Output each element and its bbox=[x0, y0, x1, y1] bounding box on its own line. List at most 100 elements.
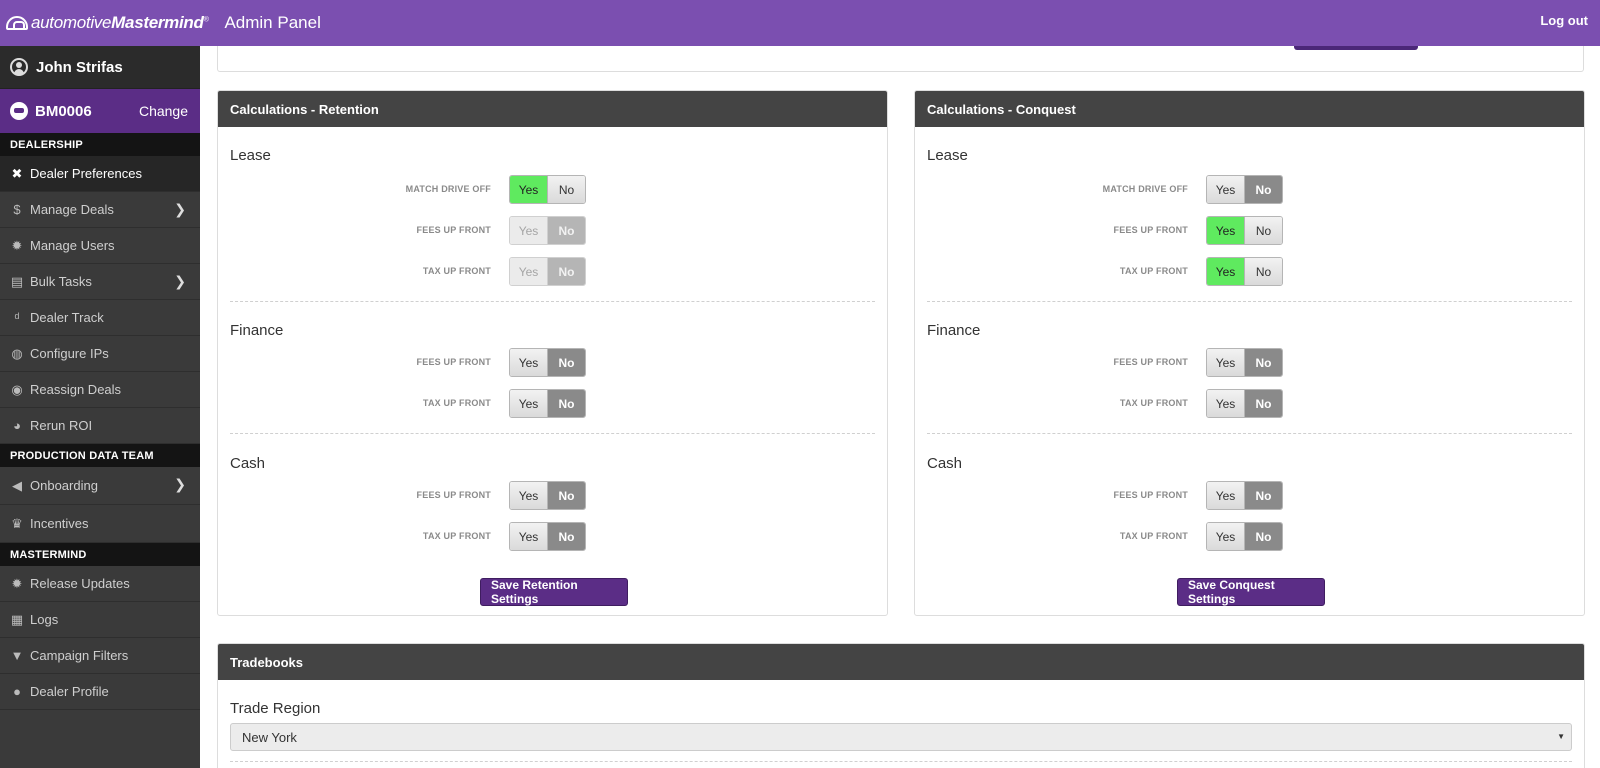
sidebar-item-onboarding[interactable]: ◀ Onboarding ❯ bbox=[0, 467, 200, 505]
finance-yes-no-toggle: Yes No bbox=[1206, 389, 1283, 418]
toggle-no-button[interactable]: No bbox=[548, 176, 585, 203]
brand-name: automotiveMastermind® bbox=[31, 13, 209, 32]
toggle-yes-button[interactable]: Yes bbox=[510, 482, 548, 509]
finance-option-label: FEES UP FRONT bbox=[1113, 357, 1188, 367]
lease-group-title: Lease bbox=[230, 147, 271, 164]
caret-down-icon: ▼ bbox=[1557, 732, 1565, 741]
sidebar-item-label: Dealer Profile bbox=[30, 684, 109, 699]
checklist-icon: ▤ bbox=[10, 273, 24, 289]
cash-yes-no-toggle: Yes No bbox=[509, 481, 586, 510]
cash-group-title: Cash bbox=[230, 455, 266, 472]
lease-option-label: FEES UP FRONT bbox=[1113, 225, 1188, 235]
megaphone-icon: ◀ bbox=[12, 477, 22, 493]
toggle-yes-button[interactable]: Yes bbox=[1207, 217, 1245, 244]
toggle-yes-button[interactable]: Yes bbox=[510, 390, 548, 417]
sidebar-item-label: Reassign Deals bbox=[30, 382, 122, 397]
retention-panel: Calculations - Retention Lease MATCH DRIV… bbox=[217, 90, 888, 616]
sidebar-item-label: Release Updates bbox=[30, 576, 130, 591]
top-bar: automotiveMastermind® Admin Panel Log ou… bbox=[0, 0, 1600, 46]
toggle-yes-button: Yes bbox=[510, 258, 548, 285]
previous-save-button[interactable] bbox=[1294, 46, 1418, 50]
toggle-no-button[interactable]: No bbox=[1245, 349, 1282, 376]
toggle-yes-button[interactable]: Yes bbox=[1207, 390, 1245, 417]
toggle-yes-button[interactable]: Yes bbox=[1207, 176, 1245, 203]
divider bbox=[230, 761, 1572, 762]
trade-region-select[interactable]: New York ▼ bbox=[230, 723, 1572, 751]
sidebar-item-configure-ips[interactable]: ◍ Configure IPs bbox=[0, 336, 200, 372]
conquest-save-button[interactable]: Save Conquest Settings bbox=[1177, 578, 1325, 606]
lease-option-label: TAX UP FRONT bbox=[422, 266, 491, 276]
sidebar-item-dealer-preferences[interactable]: ✖ Dealer Preferences bbox=[0, 156, 200, 192]
finance-option-label: TAX UP FRONT bbox=[1119, 398, 1188, 408]
divider bbox=[927, 433, 1572, 434]
cash-option-label: TAX UP FRONT bbox=[1119, 531, 1188, 541]
toggle-yes-button[interactable]: Yes bbox=[510, 523, 548, 550]
toggle-no-button[interactable]: No bbox=[548, 523, 585, 550]
conquest-panel: Calculations - Conquest Lease MATCH DRIVE… bbox=[914, 90, 1585, 616]
toggle-no-button: No bbox=[548, 258, 585, 285]
toggle-yes-button[interactable]: Yes bbox=[1207, 349, 1245, 376]
toggle-yes-button[interactable]: Yes bbox=[1207, 258, 1245, 285]
sidebar-item-logs[interactable]: ▦ Logs bbox=[0, 602, 200, 638]
dealer-row: BM0006 Change bbox=[0, 89, 200, 133]
cash-option-label: FEES UP FRONT bbox=[416, 490, 491, 500]
sidebar-item-incentives[interactable]: ♛ Incentives bbox=[0, 505, 200, 543]
sidebar-item-label: Onboarding bbox=[30, 478, 98, 493]
toggle-yes-button[interactable]: Yes bbox=[1207, 523, 1245, 550]
cash-yes-no-toggle: Yes No bbox=[1206, 522, 1283, 551]
cash-yes-no-toggle: Yes No bbox=[509, 522, 586, 551]
user-row[interactable]: John Strifas bbox=[0, 46, 200, 89]
retention-save-button[interactable]: Save Retention Settings bbox=[480, 578, 628, 606]
dealer-icon bbox=[10, 102, 28, 120]
finance-yes-no-toggle: Yes No bbox=[509, 348, 586, 377]
section-production-data-team: PRODUCTION DATA TEAM bbox=[0, 444, 200, 467]
pie-icon: ◕ bbox=[13, 418, 21, 433]
divider bbox=[230, 433, 875, 434]
section-dealership: DEALERSHIP bbox=[0, 133, 200, 156]
sidebar-item-bulk-tasks[interactable]: ▤ Bulk Tasks ❯ bbox=[0, 264, 200, 300]
toggle-no-button[interactable]: No bbox=[548, 482, 585, 509]
trade-region-value: New York bbox=[242, 729, 297, 745]
sidebar-item-dealer-track[interactable]: ᵈ Dealer Track bbox=[0, 300, 200, 336]
sidebar-item-manage-deals[interactable]: $ Manage Deals ❯ bbox=[0, 192, 200, 228]
sidebar-item-release-updates[interactable]: ✹ Release Updates bbox=[0, 566, 200, 602]
toggle-yes-button[interactable]: Yes bbox=[1207, 482, 1245, 509]
sidebar-item-label: Configure IPs bbox=[30, 346, 109, 361]
toggle-yes-button[interactable]: Yes bbox=[510, 176, 548, 203]
sidebar-item-manage-users[interactable]: ✹ Manage Users bbox=[0, 228, 200, 264]
tradebooks-panel: Tradebooks Trade Region New York ▼ bbox=[217, 643, 1585, 768]
toggle-no-button[interactable]: No bbox=[548, 349, 585, 376]
logout-link[interactable]: Log out bbox=[1540, 13, 1588, 28]
sidebar-item-campaign-filters[interactable]: ▼ Campaign Filters bbox=[0, 638, 200, 674]
toggle-yes-button: Yes bbox=[510, 217, 548, 244]
toggle-no-button[interactable]: No bbox=[1245, 390, 1282, 417]
sidebar-item-label: Dealer Track bbox=[30, 310, 104, 325]
brand-logo[interactable]: automotiveMastermind® bbox=[6, 13, 209, 33]
finance-yes-no-toggle: Yes No bbox=[509, 389, 586, 418]
retention-panel-title: Calculations - Retention bbox=[218, 91, 887, 127]
app-title: Admin Panel bbox=[224, 13, 321, 32]
change-dealer-link[interactable]: Change bbox=[139, 103, 188, 119]
chevron-right-icon: ❯ bbox=[174, 476, 186, 492]
toggle-no-button[interactable]: No bbox=[1245, 258, 1282, 285]
sidebar-item-reassign-deals[interactable]: ◉ Reassign Deals bbox=[0, 372, 200, 408]
toggle-no-button[interactable]: No bbox=[1245, 523, 1282, 550]
sidebar-item-label: Logs bbox=[30, 612, 59, 627]
divider bbox=[927, 301, 1572, 302]
user-icon bbox=[10, 58, 28, 76]
toggle-yes-button[interactable]: Yes bbox=[510, 349, 548, 376]
toggle-no-button[interactable]: No bbox=[1245, 176, 1282, 203]
user-name: John Strifas bbox=[36, 58, 123, 76]
sidebar-item-rerun-roi[interactable]: ◕ Rerun ROI bbox=[0, 408, 200, 444]
toggle-no-button[interactable]: No bbox=[548, 390, 585, 417]
toggle-no-button[interactable]: No bbox=[1245, 482, 1282, 509]
section-mastermind: MASTERMIND bbox=[0, 543, 200, 566]
chevron-right-icon: ❯ bbox=[174, 273, 186, 289]
lease-option-label: MATCH DRIVE OFF bbox=[405, 184, 491, 194]
previous-panel-footer bbox=[217, 46, 1584, 72]
sidebar-item-dealer-profile[interactable]: ● Dealer Profile bbox=[0, 674, 200, 710]
trade-region-label: Trade Region bbox=[230, 700, 321, 717]
car-logo-icon bbox=[6, 16, 28, 30]
toggle-no-button[interactable]: No bbox=[1245, 217, 1282, 244]
finance-group-title: Finance bbox=[230, 322, 284, 339]
